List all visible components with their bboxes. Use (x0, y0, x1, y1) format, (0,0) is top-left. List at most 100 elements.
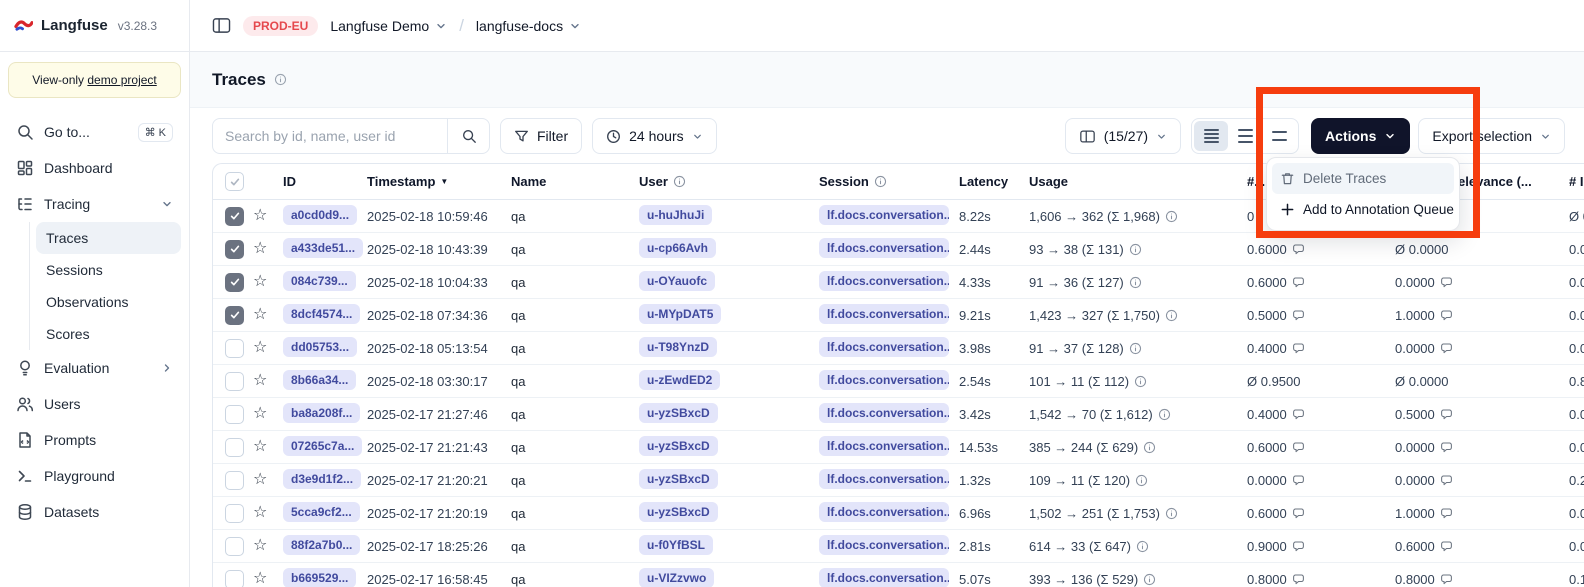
column-header-name[interactable]: Name (511, 174, 639, 189)
table-row[interactable]: ☆084c739...2025-02-18 10:04:33qau-OYauof… (213, 266, 1584, 299)
table-row[interactable]: ☆8dcf4574...2025-02-18 07:34:36qau-MYpDA… (213, 299, 1584, 332)
trace-id-badge[interactable]: 8b66a34... (283, 370, 356, 390)
table-row[interactable]: ☆07265c7a...2025-02-17 21:21:43qau-yzSBx… (213, 431, 1584, 464)
row-checkbox[interactable] (225, 273, 244, 292)
user-badge[interactable]: u-f0YfBSL (639, 535, 713, 555)
session-badge[interactable]: lf.docs.conversation.... (819, 337, 949, 357)
goto-button[interactable]: Go to... ⌘ K (8, 114, 181, 150)
trace-id-badge[interactable]: b669529... (283, 568, 356, 587)
sidebar-item-datasets[interactable]: Datasets (8, 494, 181, 530)
table-row[interactable]: ☆5cca9cf2...2025-02-17 21:20:19qau-yzSBx… (213, 497, 1584, 530)
row-checkbox[interactable] (225, 504, 244, 523)
row-checkbox[interactable] (225, 471, 244, 490)
favorite-star-icon[interactable]: ☆ (253, 306, 267, 323)
favorite-star-icon[interactable]: ☆ (253, 240, 267, 257)
user-badge[interactable]: u-zEwdED2 (639, 370, 720, 390)
session-badge[interactable]: lf.docs.conversation.... (819, 304, 949, 324)
favorite-star-icon[interactable]: ☆ (253, 438, 267, 455)
trace-id-badge[interactable]: d3e9d1f2... (283, 469, 361, 489)
trace-id-badge[interactable]: 084c739... (283, 271, 356, 291)
row-checkbox[interactable] (225, 339, 244, 358)
row-checkbox[interactable] (225, 570, 244, 587)
column-header-id[interactable]: ID (283, 174, 367, 189)
menu-item-delete-traces[interactable]: Delete Traces (1272, 163, 1454, 194)
export-selection-button[interactable]: Export selection (1418, 118, 1565, 154)
user-badge[interactable]: u-yzSBxcD (639, 403, 718, 423)
table-row[interactable]: ☆88f2a7b0...2025-02-17 18:25:26qau-f0YfB… (213, 530, 1584, 563)
favorite-star-icon[interactable]: ☆ (253, 372, 267, 389)
session-badge[interactable]: lf.docs.conversation.... (819, 535, 949, 555)
table-row[interactable]: ☆d3e9d1f2...2025-02-17 21:20:21qau-yzSBx… (213, 464, 1584, 497)
select-all-checkbox-cell[interactable] (213, 172, 253, 191)
session-badge[interactable]: lf.docs.conversation.... (819, 568, 949, 587)
column-header-#-i[interactable]: # I (1557, 174, 1584, 189)
sidebar-item-evaluation[interactable]: Evaluation (8, 350, 181, 386)
sidebar-item-users[interactable]: Users (8, 386, 181, 422)
table-row[interactable]: ☆b669529...2025-02-17 16:58:45qau-VIZzvw… (213, 563, 1584, 587)
sidebar-item-scores[interactable]: Scores (36, 318, 181, 350)
favorite-star-icon[interactable]: ☆ (253, 504, 267, 521)
favorite-star-icon[interactable]: ☆ (253, 537, 267, 554)
sidebar-toggle-icon[interactable] (212, 17, 231, 34)
favorite-star-icon[interactable]: ☆ (253, 471, 267, 488)
user-badge[interactable]: u-MYpDAT5 (639, 304, 721, 324)
trace-id-badge[interactable]: 8dcf4574... (283, 304, 360, 324)
row-checkbox[interactable] (225, 240, 244, 259)
user-badge[interactable]: u-yzSBxcD (639, 502, 718, 522)
row-checkbox[interactable] (225, 306, 244, 325)
trace-id-badge[interactable]: 5cca9cf2... (283, 502, 360, 522)
filter-button[interactable]: Filter (500, 118, 582, 154)
sidebar-item-tracing[interactable]: Tracing (8, 186, 181, 222)
user-badge[interactable]: u-OYauofc (639, 271, 715, 291)
user-badge[interactable]: u-VIZzvwo (639, 568, 714, 587)
favorite-star-icon[interactable]: ☆ (253, 405, 267, 422)
trace-id-badge[interactable]: a0cd0d9... (283, 205, 357, 225)
sidebar-item-dashboard[interactable]: Dashboard (8, 150, 181, 186)
column-header-usage[interactable]: Usage (1029, 174, 1247, 189)
row-height-large-button[interactable] (1262, 121, 1296, 151)
session-badge[interactable]: lf.docs.conversation.... (819, 436, 949, 456)
row-height-medium-button[interactable] (1228, 121, 1262, 151)
favorite-star-icon[interactable]: ☆ (253, 273, 267, 290)
session-badge[interactable]: lf.docs.conversation.... (819, 205, 949, 225)
trace-id-badge[interactable]: 88f2a7b0... (283, 535, 360, 555)
session-badge[interactable]: lf.docs.conversation.... (819, 271, 949, 291)
sidebar-item-observations[interactable]: Observations (36, 286, 181, 318)
search-submit-button[interactable] (447, 119, 489, 153)
row-checkbox[interactable] (225, 537, 244, 556)
actions-button[interactable]: Actions (1311, 118, 1410, 154)
user-badge[interactable]: u-yzSBxcD (639, 436, 718, 456)
favorite-star-icon[interactable]: ☆ (253, 207, 267, 224)
menu-item-add-to-annotation-queue[interactable]: Add to Annotation Queue (1272, 194, 1454, 225)
trace-id-badge[interactable]: 07265c7a... (283, 436, 362, 456)
user-badge[interactable]: u-T98YnzD (639, 337, 717, 357)
favorite-star-icon[interactable]: ☆ (253, 570, 267, 587)
column-header-latency[interactable]: Latency (959, 174, 1029, 189)
session-badge[interactable]: lf.docs.conversation.... (819, 370, 949, 390)
trace-id-badge[interactable]: ba8a208f... (283, 403, 360, 423)
user-badge[interactable]: u-cp66Avh (639, 238, 716, 258)
session-badge[interactable]: lf.docs.conversation.... (819, 502, 949, 522)
session-badge[interactable]: lf.docs.conversation.... (819, 469, 949, 489)
column-visibility-button[interactable]: (15/27) (1065, 118, 1181, 154)
table-row[interactable]: ☆a433de51...2025-02-18 10:43:39qau-cp66A… (213, 233, 1584, 266)
favorite-star-icon[interactable]: ☆ (253, 339, 267, 356)
row-checkbox[interactable] (225, 405, 244, 424)
table-row[interactable]: ☆ba8a208f...2025-02-17 21:27:46qau-yzSBx… (213, 398, 1584, 431)
sidebar-item-playground[interactable]: Playground (8, 458, 181, 494)
sidebar-item-traces[interactable]: Traces (36, 222, 181, 254)
session-badge[interactable]: lf.docs.conversation.... (819, 403, 949, 423)
column-header-timestamp[interactable]: Timestamp▼ (367, 174, 511, 189)
sidebar-item-prompts[interactable]: Prompts (8, 422, 181, 458)
org-switcher[interactable]: Langfuse Demo (330, 18, 447, 34)
demo-project-link[interactable]: demo project (87, 73, 156, 87)
table-row[interactable]: ☆dd05753...2025-02-18 05:13:54qau-T98Ynz… (213, 332, 1584, 365)
column-header-session[interactable]: Session (819, 174, 959, 189)
row-checkbox[interactable] (225, 372, 244, 391)
select-all-checkbox[interactable] (225, 172, 244, 191)
project-switcher[interactable]: langfuse-docs (476, 18, 581, 34)
row-checkbox[interactable] (225, 207, 244, 226)
row-checkbox[interactable] (225, 438, 244, 457)
trace-id-badge[interactable]: a433de51... (283, 238, 363, 258)
column-header-user[interactable]: User (639, 174, 819, 189)
